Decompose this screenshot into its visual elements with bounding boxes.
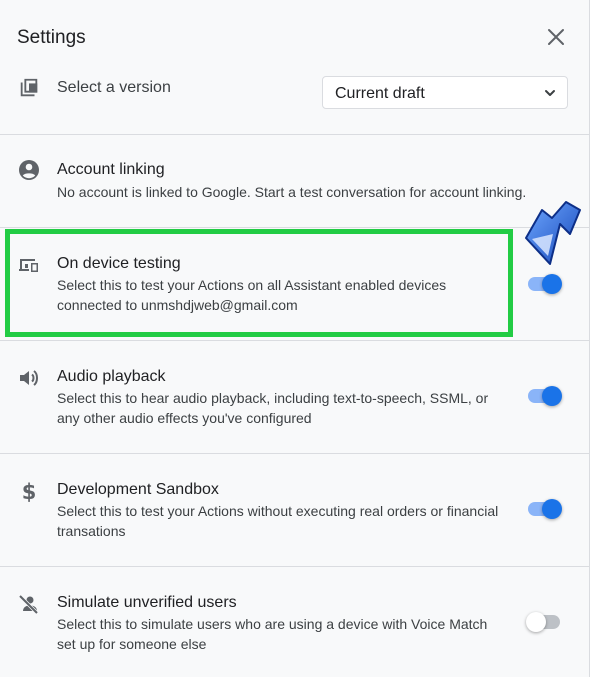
simulate-unverified-users-title: Simulate unverified users [57,594,237,611]
version-select-value: Current draft [335,85,425,102]
svg-text:$: $ [22,480,37,503]
toggle-knob [542,274,562,294]
toggle-knob [542,499,562,519]
chevron-down-icon [543,86,557,100]
volume-icon [17,366,41,390]
highlight-box [5,229,513,337]
dollar-icon: $ [17,479,41,504]
close-icon[interactable] [544,25,568,49]
on-device-testing-toggle[interactable] [526,273,562,295]
account-linking-description: No account is linked to Google. Start a … [57,184,527,200]
library-icon [18,77,40,99]
version-label: Select a version [57,79,171,96]
divider [0,566,590,567]
development-sandbox-toggle[interactable] [526,498,562,520]
pointer-arrow-icon [520,200,594,268]
simulate-unverified-users-toggle[interactable] [526,611,562,633]
settings-dialog: Settings Select a version Current draft … [0,0,590,677]
person-off-icon [17,592,41,616]
audio-playback-description: Select this to hear audio playback, incl… [57,390,489,426]
divider [0,340,590,341]
divider [0,453,590,454]
dialog-title: Settings [17,27,86,48]
account-linking-title: Account linking [57,161,165,178]
audio-playback-title: Audio playback [57,368,166,385]
audio-playback-toggle[interactable] [526,385,562,407]
account-circle-icon [17,158,41,182]
version-select[interactable]: Current draft [322,76,568,109]
simulate-unverified-users-description: Select this to simulate users who are us… [57,616,488,652]
divider [0,134,590,135]
toggle-knob [542,386,562,406]
development-sandbox-title: Development Sandbox [57,481,219,498]
toggle-knob [526,612,546,632]
development-sandbox-description: Select this to test your Actions without… [57,503,499,539]
divider [0,227,590,228]
